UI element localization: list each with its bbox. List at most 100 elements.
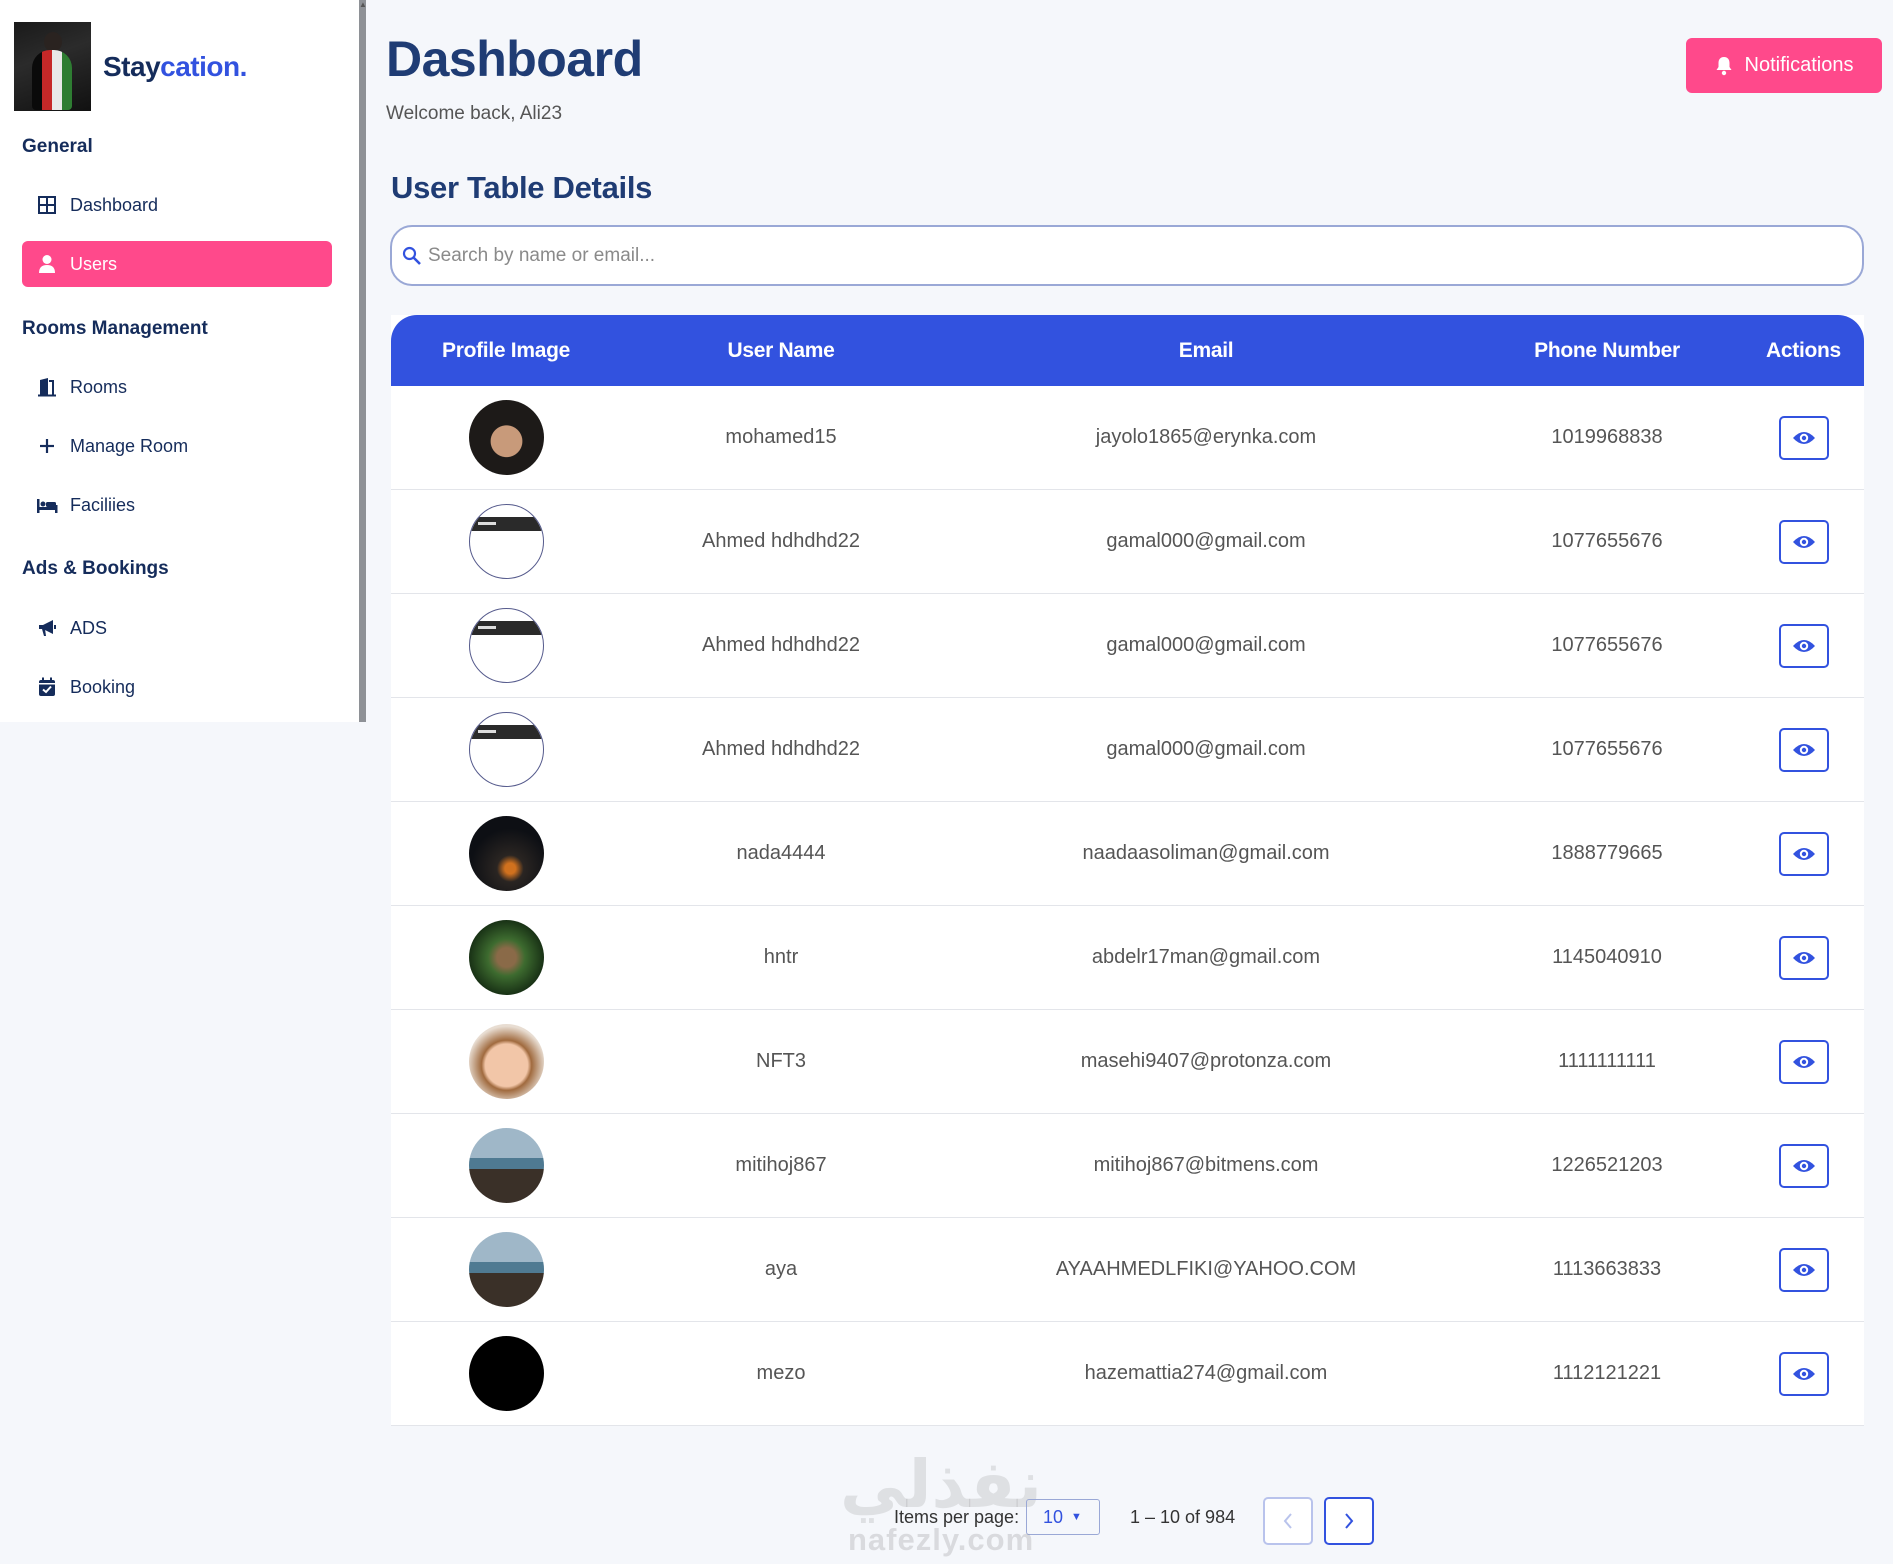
table-row: Ahmed hdhdhd22 gamal000@gmail.com 107765… [391,490,1864,594]
sidebar-item-users[interactable]: Users [22,241,332,287]
view-user-button[interactable] [1778,935,1829,980]
search-icon [402,246,422,266]
watermark-latin: nafezly.com [848,1522,1035,1557]
sidebar-item-label: Users [70,253,118,274]
notifications-label: Notifications [1744,54,1854,76]
view-user-button[interactable] [1778,727,1829,772]
sidebar-item-label: Rooms [70,376,128,397]
phone-cell: 1077655676 [1551,634,1663,656]
username-cell: mitihoj867 [735,1154,827,1176]
table-body: mohamed15 jayolo1865@erynka.com 10199688… [391,386,1864,1426]
profile-image [468,920,544,995]
actions-cell [1743,519,1864,564]
username-cell: mezo [756,1362,806,1384]
profile-image [468,1128,544,1203]
column-header-email: Email [1178,338,1234,362]
notifications-button[interactable]: Notifications [1686,38,1882,93]
previous-page-button[interactable] [1263,1497,1313,1545]
view-user-button[interactable] [1778,519,1829,564]
sidebar-item-ads[interactable]: ADS [22,605,332,651]
actions-cell [1743,1039,1864,1084]
email-cell: masehi9407@protonza.com [1080,1050,1332,1072]
email-cell: gamal000@gmail.com [1106,634,1306,656]
view-user-button[interactable] [1778,831,1829,876]
phone-cell: 1226521203 [1551,1154,1663,1176]
view-user-button[interactable] [1778,623,1829,668]
eye-icon [1792,431,1815,444]
email-cell: AYAAHMEDLFIKI@YAHOO.COM [1055,1258,1357,1280]
profile-image-cell [391,608,621,683]
eye-icon [1792,1055,1815,1068]
actions-cell [1743,415,1864,460]
caret-down-icon: ▼ [1071,1511,1082,1523]
table-row: nada4444 naadaasoliman@gmail.com 1888779… [391,802,1864,906]
username-cell: mohamed15 [725,426,837,448]
eye-icon [1792,1263,1815,1276]
table-row: hntr abdelr17man@gmail.com 1145040910 [391,906,1864,1010]
items-per-page-select[interactable]: 10 ▼ [1026,1499,1100,1535]
email-cell: gamal000@gmail.com [1106,530,1306,552]
view-user-button[interactable] [1778,415,1829,460]
actions-cell [1743,935,1864,980]
email-cell: mitihoj867@bitmens.com [1093,1154,1319,1176]
phone-cell: 1888779665 [1551,842,1663,864]
table-row: aya AYAAHMEDLFIKI@YAHOO.COM 1113663833 [391,1218,1864,1322]
sidebar-item-booking[interactable]: Booking [22,664,332,710]
username-cell: nada4444 [736,842,826,864]
profile-image-cell [391,712,621,787]
profile-image-cell [391,400,621,475]
plus-icon [36,435,58,457]
username-cell: NFT3 [756,1050,806,1072]
sidebar-item-facilities[interactable]: Faciliies [22,482,332,528]
sidebar-item-label: Faciliies [70,494,136,515]
actions-cell [1743,1351,1864,1396]
profile-image [468,1232,544,1307]
table-row: Ahmed hdhdhd22 gamal000@gmail.com 107765… [391,594,1864,698]
profile-image [468,712,544,787]
sidebar-item-dashboard[interactable]: Dashboard [22,182,332,228]
next-page-button[interactable] [1324,1497,1374,1545]
phone-cell: 1111111111 [1558,1050,1656,1072]
search-bar[interactable] [390,225,1864,286]
section-rooms-management: Rooms Management [22,318,208,339]
megaphone-icon [36,617,58,639]
view-user-button[interactable] [1778,1351,1829,1396]
admin-avatar[interactable] [14,22,91,111]
profile-image [468,1336,544,1411]
profile-image-cell [391,1024,621,1099]
view-user-button[interactable] [1778,1039,1829,1084]
view-user-button[interactable] [1778,1143,1829,1188]
profile-image-cell [391,1232,621,1307]
phone-cell: 1145040910 [1552,946,1662,968]
phone-cell: 1077655676 [1551,530,1663,552]
sidebar: Staycation. General Dashboard Users Room… [0,0,360,722]
actions-cell [1743,727,1864,772]
section-title: User Table Details [391,170,653,205]
profile-image-cell [391,1128,621,1203]
column-header-actions: Actions [1766,338,1841,362]
actions-cell [1743,1247,1864,1292]
scroll-up-arrow-icon[interactable]: ▲ [359,0,367,10]
profile-image [468,400,544,475]
sidebar-item-rooms[interactable]: Rooms [22,364,332,410]
actions-cell [1743,831,1864,876]
app-logo[interactable]: Staycation. [103,51,247,83]
profile-image-cell [391,504,621,579]
phone-cell: 1077655676 [1551,738,1663,760]
actions-cell [1743,623,1864,668]
eye-icon [1792,743,1815,756]
email-cell: jayolo1865@erynka.com [1095,426,1317,448]
eye-icon [1792,1159,1815,1172]
chevron-left-icon [1283,1513,1292,1529]
search-input[interactable] [428,244,1828,267]
phone-cell: 1112121221 [1552,1362,1662,1384]
sidebar-item-manage-room[interactable]: Manage Room [22,423,332,469]
sidebar-scrollbar-thumb[interactable] [359,0,366,722]
chevron-right-icon [1345,1513,1354,1529]
username-cell: Ahmed hdhdhd22 [702,634,860,656]
email-cell: abdelr17man@gmail.com [1091,946,1321,968]
email-cell: hazemattia274@gmail.com [1084,1362,1328,1384]
view-user-button[interactable] [1778,1247,1829,1292]
profile-image [468,504,544,579]
table-row: Ahmed hdhdhd22 gamal000@gmail.com 107765… [391,698,1864,802]
